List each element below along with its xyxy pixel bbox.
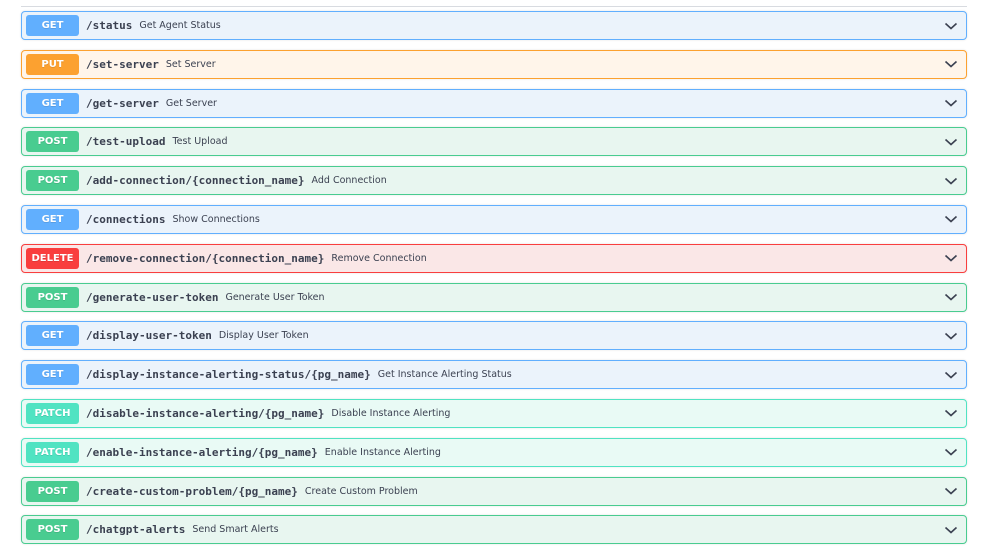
operation-row[interactable]: GET /display-user-token Display User Tok…: [21, 321, 967, 351]
operation-summary: Get Server: [165, 97, 217, 109]
operation-summary: Create Custom Problem: [304, 485, 418, 497]
operation-path: /chatgpt-alerts: [86, 523, 186, 537]
operation-path: /get-server: [86, 96, 159, 110]
method-badge: POST: [26, 480, 79, 502]
operation-summary: Set Server: [165, 58, 216, 70]
operation-path: /generate-user-token: [86, 290, 219, 304]
method-badge: GET: [26, 208, 79, 230]
operation-path: /add-connection/{connection_name}: [86, 174, 305, 188]
operation-summary: Remove Connection: [331, 252, 427, 264]
chevron-down-icon[interactable]: [944, 445, 958, 459]
operation-path: /display-instance-alerting-status/{pg_na…: [86, 368, 371, 382]
operation-summary: Send Smart Alerts: [192, 524, 279, 536]
operation-summary: Get Agent Status: [139, 20, 221, 31]
method-badge: PATCH: [26, 402, 79, 424]
method-badge: PUT: [26, 53, 79, 75]
method-badge: GET: [26, 92, 79, 114]
chevron-down-icon[interactable]: [944, 329, 958, 343]
operation-row[interactable]: POST /create-custom-problem/{pg_name} Cr…: [21, 476, 967, 506]
operation-row[interactable]: POST /test-upload Test Upload: [21, 127, 967, 157]
operation-summary: Disable Instance Alerting: [331, 407, 451, 419]
chevron-down-icon[interactable]: [944, 212, 958, 226]
chevron-down-icon[interactable]: [944, 484, 958, 498]
operation-summary: Add Connection: [311, 175, 387, 187]
method-badge: GET: [26, 364, 79, 386]
operation-path: /test-upload: [86, 135, 166, 149]
operations-list: GET /status Get Agent Status PUT /set-se…: [21, 11, 967, 547]
method-badge: POST: [26, 131, 79, 153]
operation-row[interactable]: PATCH /disable-instance-alerting/{pg_nam…: [21, 398, 967, 428]
operation-path: /connections: [86, 212, 166, 226]
operation-row[interactable]: PATCH /enable-instance-alerting/{pg_name…: [21, 437, 967, 467]
operation-row[interactable]: POST /generate-user-token Generate User …: [21, 282, 967, 312]
method-badge: GET: [26, 325, 79, 347]
operation-row[interactable]: POST /chatgpt-alerts Send Smart Alerts: [21, 515, 967, 545]
operation-row[interactable]: PUT /set-server Set Server: [21, 49, 967, 79]
chevron-down-icon[interactable]: [944, 57, 958, 71]
operation-path: /display-user-token: [86, 329, 212, 343]
operation-path: /set-server: [86, 57, 159, 71]
chevron-down-icon[interactable]: [944, 19, 958, 33]
operation-path: /remove-connection/{connection_name}: [86, 251, 325, 265]
chevron-down-icon[interactable]: [944, 174, 958, 188]
operation-summary: Generate User Token: [225, 291, 325, 303]
operation-row[interactable]: DELETE /remove-connection/{connection_na…: [21, 243, 967, 273]
operation-row[interactable]: GET /status Get Agent Status: [21, 11, 967, 40]
operation-row[interactable]: GET /connections Show Connections: [21, 204, 967, 234]
method-badge: POST: [26, 286, 79, 308]
chevron-down-icon[interactable]: [944, 523, 958, 537]
chevron-down-icon[interactable]: [944, 290, 958, 304]
chevron-down-icon[interactable]: [944, 406, 958, 420]
operation-summary: Test Upload: [172, 136, 228, 148]
method-badge: DELETE: [26, 247, 79, 269]
operation-path: /create-custom-problem/{pg_name}: [86, 484, 298, 498]
operation-row[interactable]: GET /get-server Get Server: [21, 88, 967, 118]
chevron-down-icon[interactable]: [944, 368, 958, 382]
method-badge: POST: [26, 519, 79, 541]
chevron-down-icon[interactable]: [944, 251, 958, 265]
method-badge: PATCH: [26, 441, 79, 463]
operation-path: /enable-instance-alerting/{pg_name}: [86, 445, 318, 459]
operation-summary: Display User Token: [218, 330, 309, 342]
operation-row[interactable]: POST /add-connection/{connection_name} A…: [21, 166, 967, 196]
operation-summary: Get Instance Alerting Status: [377, 369, 512, 381]
operation-path: /disable-instance-alerting/{pg_name}: [86, 406, 325, 420]
method-badge: POST: [26, 170, 79, 192]
operation-row[interactable]: GET /display-instance-alerting-status/{p…: [21, 360, 967, 390]
method-badge: GET: [26, 15, 79, 36]
chevron-down-icon[interactable]: [944, 135, 958, 149]
chevron-down-icon[interactable]: [944, 96, 958, 110]
section-divider: [21, 6, 967, 7]
operation-summary: Enable Instance Alerting: [324, 446, 441, 458]
operation-path: /status: [86, 19, 133, 32]
operation-summary: Show Connections: [172, 213, 260, 225]
